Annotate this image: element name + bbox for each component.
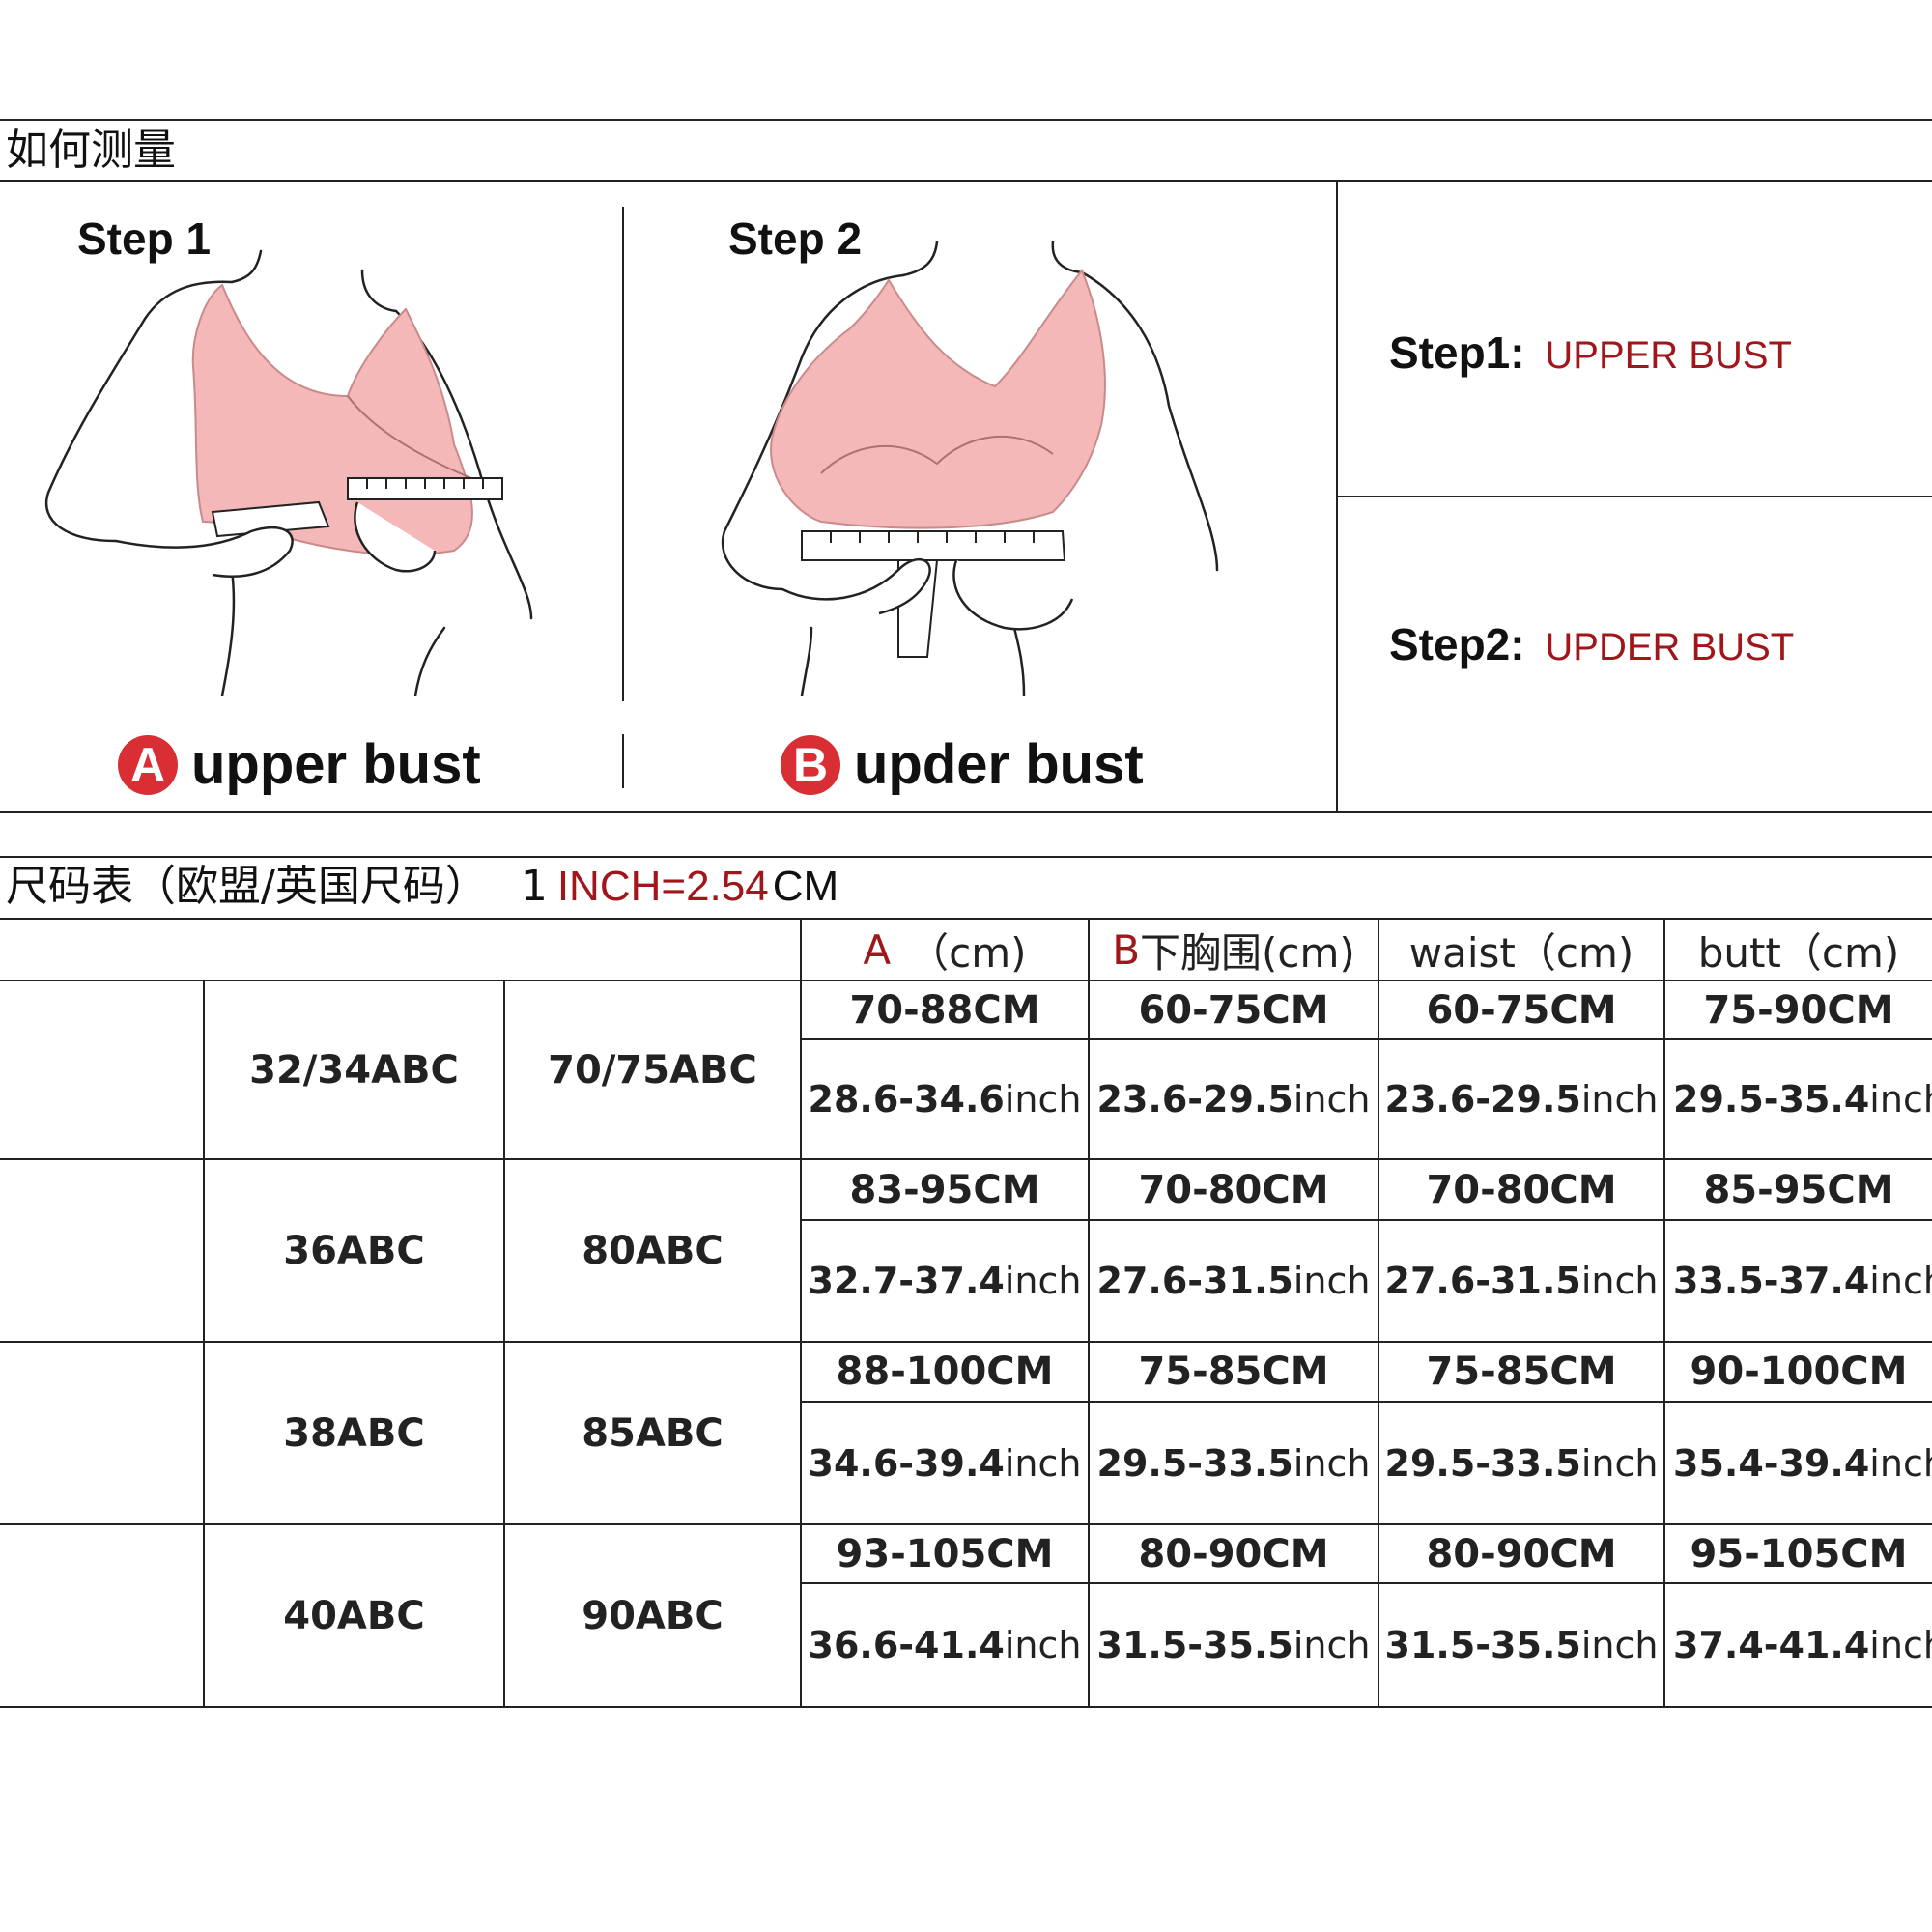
- row3-a-cm: 88-100CM: [836, 1350, 1054, 1394]
- row2-eu-size: 80ABC: [582, 1228, 724, 1273]
- row2-t-inch: 33.5-37.4inch: [1673, 1260, 1932, 1302]
- upper-bust-label: A upper bust: [118, 732, 481, 797]
- row1-us-size: 32/34ABC: [249, 1047, 459, 1093]
- step2-illustration: [721, 242, 1219, 696]
- side-step1-value: UPPER BUST: [1545, 334, 1792, 377]
- conv-prefix: 1: [520, 862, 548, 911]
- side-step2: Step2: UPDER BUST: [1389, 618, 1794, 670]
- row4-eu-size: 90ABC: [582, 1593, 724, 1638]
- step1-illustration: [44, 249, 533, 696]
- row3-eu-size: 85ABC: [582, 1410, 724, 1456]
- row1-t-cm: 75-90CM: [1703, 987, 1894, 1033]
- measure-title: 如何测量: [6, 126, 176, 175]
- row3-t-cm: 90-100CM: [1690, 1350, 1908, 1394]
- row2-b-inch: 27.6-31.5 inch: [1096, 1260, 1371, 1302]
- row2-b-cm: 70-80CM: [1138, 1167, 1329, 1212]
- row2-w-cm: 70-80CM: [1426, 1167, 1617, 1212]
- row4-w-cm: 80-90CM: [1426, 1531, 1617, 1577]
- header-a: A （cm): [863, 925, 1027, 977]
- row3-a-inch: 34.6-39.4 inch: [808, 1441, 1082, 1485]
- row2-w-inch: 27.6-31.5 inch: [1384, 1260, 1659, 1302]
- row4-a-inch: 36.6-41.4 inch: [808, 1624, 1082, 1666]
- row2-t-cm: 85-95CM: [1703, 1167, 1894, 1212]
- row3-w-cm: 75-85CM: [1426, 1350, 1617, 1394]
- row1-a-cm: 70-88CM: [849, 987, 1040, 1033]
- row4-us-size: 40ABC: [283, 1593, 425, 1638]
- row4-a-cm: 93-105CM: [836, 1531, 1054, 1577]
- row1-b-cm: 60-75CM: [1138, 987, 1329, 1033]
- row1-b-inch: 23.6-29.5 inch: [1096, 1078, 1371, 1121]
- side-step2-label: Step2:: [1389, 619, 1525, 669]
- header-butt: butt（cm): [1697, 928, 1900, 977]
- row4-t-inch: 37.4-41.4inch: [1673, 1624, 1932, 1666]
- chart-title: 尺码表（欧盟/英国尺码）: [6, 862, 488, 911]
- badge-b: B: [781, 734, 840, 795]
- header-b: B 下胸围(cm): [1112, 925, 1355, 977]
- side-step1: Step1: UPPER BUST: [1389, 327, 1792, 379]
- row1-eu-size: 70/75ABC: [548, 1047, 757, 1093]
- badge-a: A: [118, 734, 178, 795]
- row1-w-cm: 60-75CM: [1426, 987, 1617, 1033]
- row2-a-inch: 32.7-37.4 inch: [808, 1260, 1082, 1302]
- chart-title-row: 尺码表（欧盟/英国尺码） 1 INCH=2.54 CM: [6, 866, 838, 908]
- under-bust-label: B upder bust: [781, 732, 1144, 797]
- row1-a-inch: 28.6-34.6 inch: [808, 1078, 1082, 1121]
- conv-red: INCH=2.54: [556, 863, 769, 910]
- side-step2-value: UPDER BUST: [1545, 626, 1795, 668]
- under-bust-text: upder bust: [854, 733, 1144, 796]
- row3-b-inch: 29.5-33.5 inch: [1096, 1441, 1371, 1485]
- row1-t-inch: 29.5-35.4inch: [1673, 1078, 1932, 1121]
- header-waist: waist（cm): [1408, 928, 1634, 977]
- row4-t-cm: 95-105CM: [1690, 1531, 1908, 1577]
- row3-b-cm: 75-85CM: [1138, 1350, 1329, 1394]
- row4-b-cm: 80-90CM: [1138, 1531, 1329, 1577]
- row2-us-size: 36ABC: [283, 1228, 425, 1273]
- row4-b-inch: 31.5-35.5 inch: [1096, 1624, 1371, 1666]
- side-step1-label: Step1:: [1389, 327, 1525, 378]
- row3-t-inch: 35.4-39.4inch: [1673, 1441, 1932, 1485]
- row4-w-inch: 31.5-35.5 inch: [1384, 1624, 1659, 1666]
- conv-suffix: CM: [772, 863, 839, 910]
- row1-w-inch: 23.6-29.5 inch: [1384, 1078, 1659, 1121]
- row3-w-inch: 29.5-33.5 inch: [1384, 1441, 1659, 1485]
- row3-us-size: 38ABC: [283, 1410, 425, 1456]
- row2-a-cm: 83-95CM: [849, 1167, 1040, 1212]
- upper-bust-text: upper bust: [191, 733, 481, 796]
